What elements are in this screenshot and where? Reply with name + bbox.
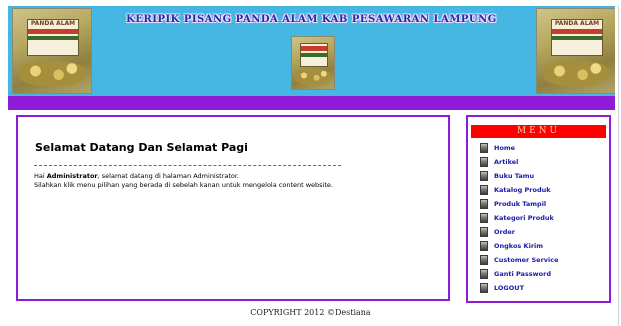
package-label: PANDA ALAM — [551, 19, 603, 57]
divider — [34, 165, 341, 166]
menu-item-label: Kategori Produk — [494, 214, 554, 222]
menu-item-buku-tamu[interactable]: Buku Tamu — [480, 169, 559, 183]
site-title: KERIPIK PISANG PANDA ALAM KAB PESAWARAN … — [126, 14, 497, 25]
chips-visual — [19, 61, 85, 87]
menu-item-label: Ganti Password — [494, 270, 551, 278]
menu-item-label: Customer Service — [494, 256, 559, 264]
sidebar-menu: MENU Home Artikel Buku Tamu Katalog Prod… — [466, 115, 611, 303]
menu-item-label: Buku Tamu — [494, 172, 535, 180]
page-icon — [480, 241, 488, 251]
main-content: Selamat Datang Dan Selamat Pagi Hai Admi… — [16, 115, 450, 301]
page-edge-divider — [618, 6, 619, 326]
product-image-center — [291, 36, 335, 90]
page-icon — [480, 157, 488, 167]
chips-visual — [543, 61, 609, 87]
greeting-prefix: Hai — [34, 172, 47, 180]
menu-item-produk-tampil[interactable]: Produk Tampil — [480, 197, 559, 211]
nav-bar — [8, 96, 615, 110]
menu-item-logout[interactable]: LOGOUT — [480, 281, 559, 295]
greeting-suffix: , selamat datang di halaman Administrato… — [97, 172, 239, 180]
page-icon — [480, 213, 488, 223]
menu-item-ongkos-kirim[interactable]: Ongkos Kirim — [480, 239, 559, 253]
menu-item-label: Produk Tampil — [494, 200, 547, 208]
menu-item-katalog-produk[interactable]: Katalog Produk — [480, 183, 559, 197]
menu-item-kategori-produk[interactable]: Kategori Produk — [480, 211, 559, 225]
page-title: Selamat Datang Dan Selamat Pagi — [35, 141, 248, 154]
page-icon — [480, 185, 488, 195]
page-icon — [480, 255, 488, 265]
menu-item-label: Katalog Produk — [494, 186, 551, 194]
welcome-message: Hai Administrator, selamat datang di hal… — [34, 172, 439, 190]
menu-item-label: Order — [494, 228, 515, 236]
menu-title: MENU — [471, 125, 606, 138]
instruction-text: Silahkan klik menu pilihan yang berada d… — [34, 181, 333, 189]
menu-item-order[interactable]: Order — [480, 225, 559, 239]
package-label-text: PANDA ALAM — [554, 20, 600, 28]
chips-visual — [295, 69, 331, 85]
site-header: PANDA ALAM KERIPIK PISANG PANDA ALAM KAB… — [8, 6, 615, 96]
package-label — [299, 43, 329, 68]
menu-item-artikel[interactable]: Artikel — [480, 155, 559, 169]
menu-list: Home Artikel Buku Tamu Katalog Produk Pr… — [480, 141, 559, 295]
page-icon — [480, 171, 488, 181]
menu-item-customer-service[interactable]: Customer Service — [480, 253, 559, 267]
product-image-right: PANDA ALAM — [536, 8, 615, 94]
menu-item-label: Artikel — [494, 158, 519, 166]
page-icon — [480, 199, 488, 209]
page-icon — [480, 269, 488, 279]
copyright-footer: COPYRIGHT 2012 ©Destiana — [250, 308, 371, 317]
page-icon — [480, 283, 488, 293]
page-icon — [480, 227, 488, 237]
menu-item-label: Home — [494, 144, 516, 152]
menu-item-ganti-password[interactable]: Ganti Password — [480, 267, 559, 281]
menu-item-label: Ongkos Kirim — [494, 242, 544, 250]
menu-item-label: LOGOUT — [494, 284, 525, 292]
menu-item-home[interactable]: Home — [480, 141, 559, 155]
page-icon — [480, 143, 488, 153]
username: Administrator — [46, 172, 98, 180]
